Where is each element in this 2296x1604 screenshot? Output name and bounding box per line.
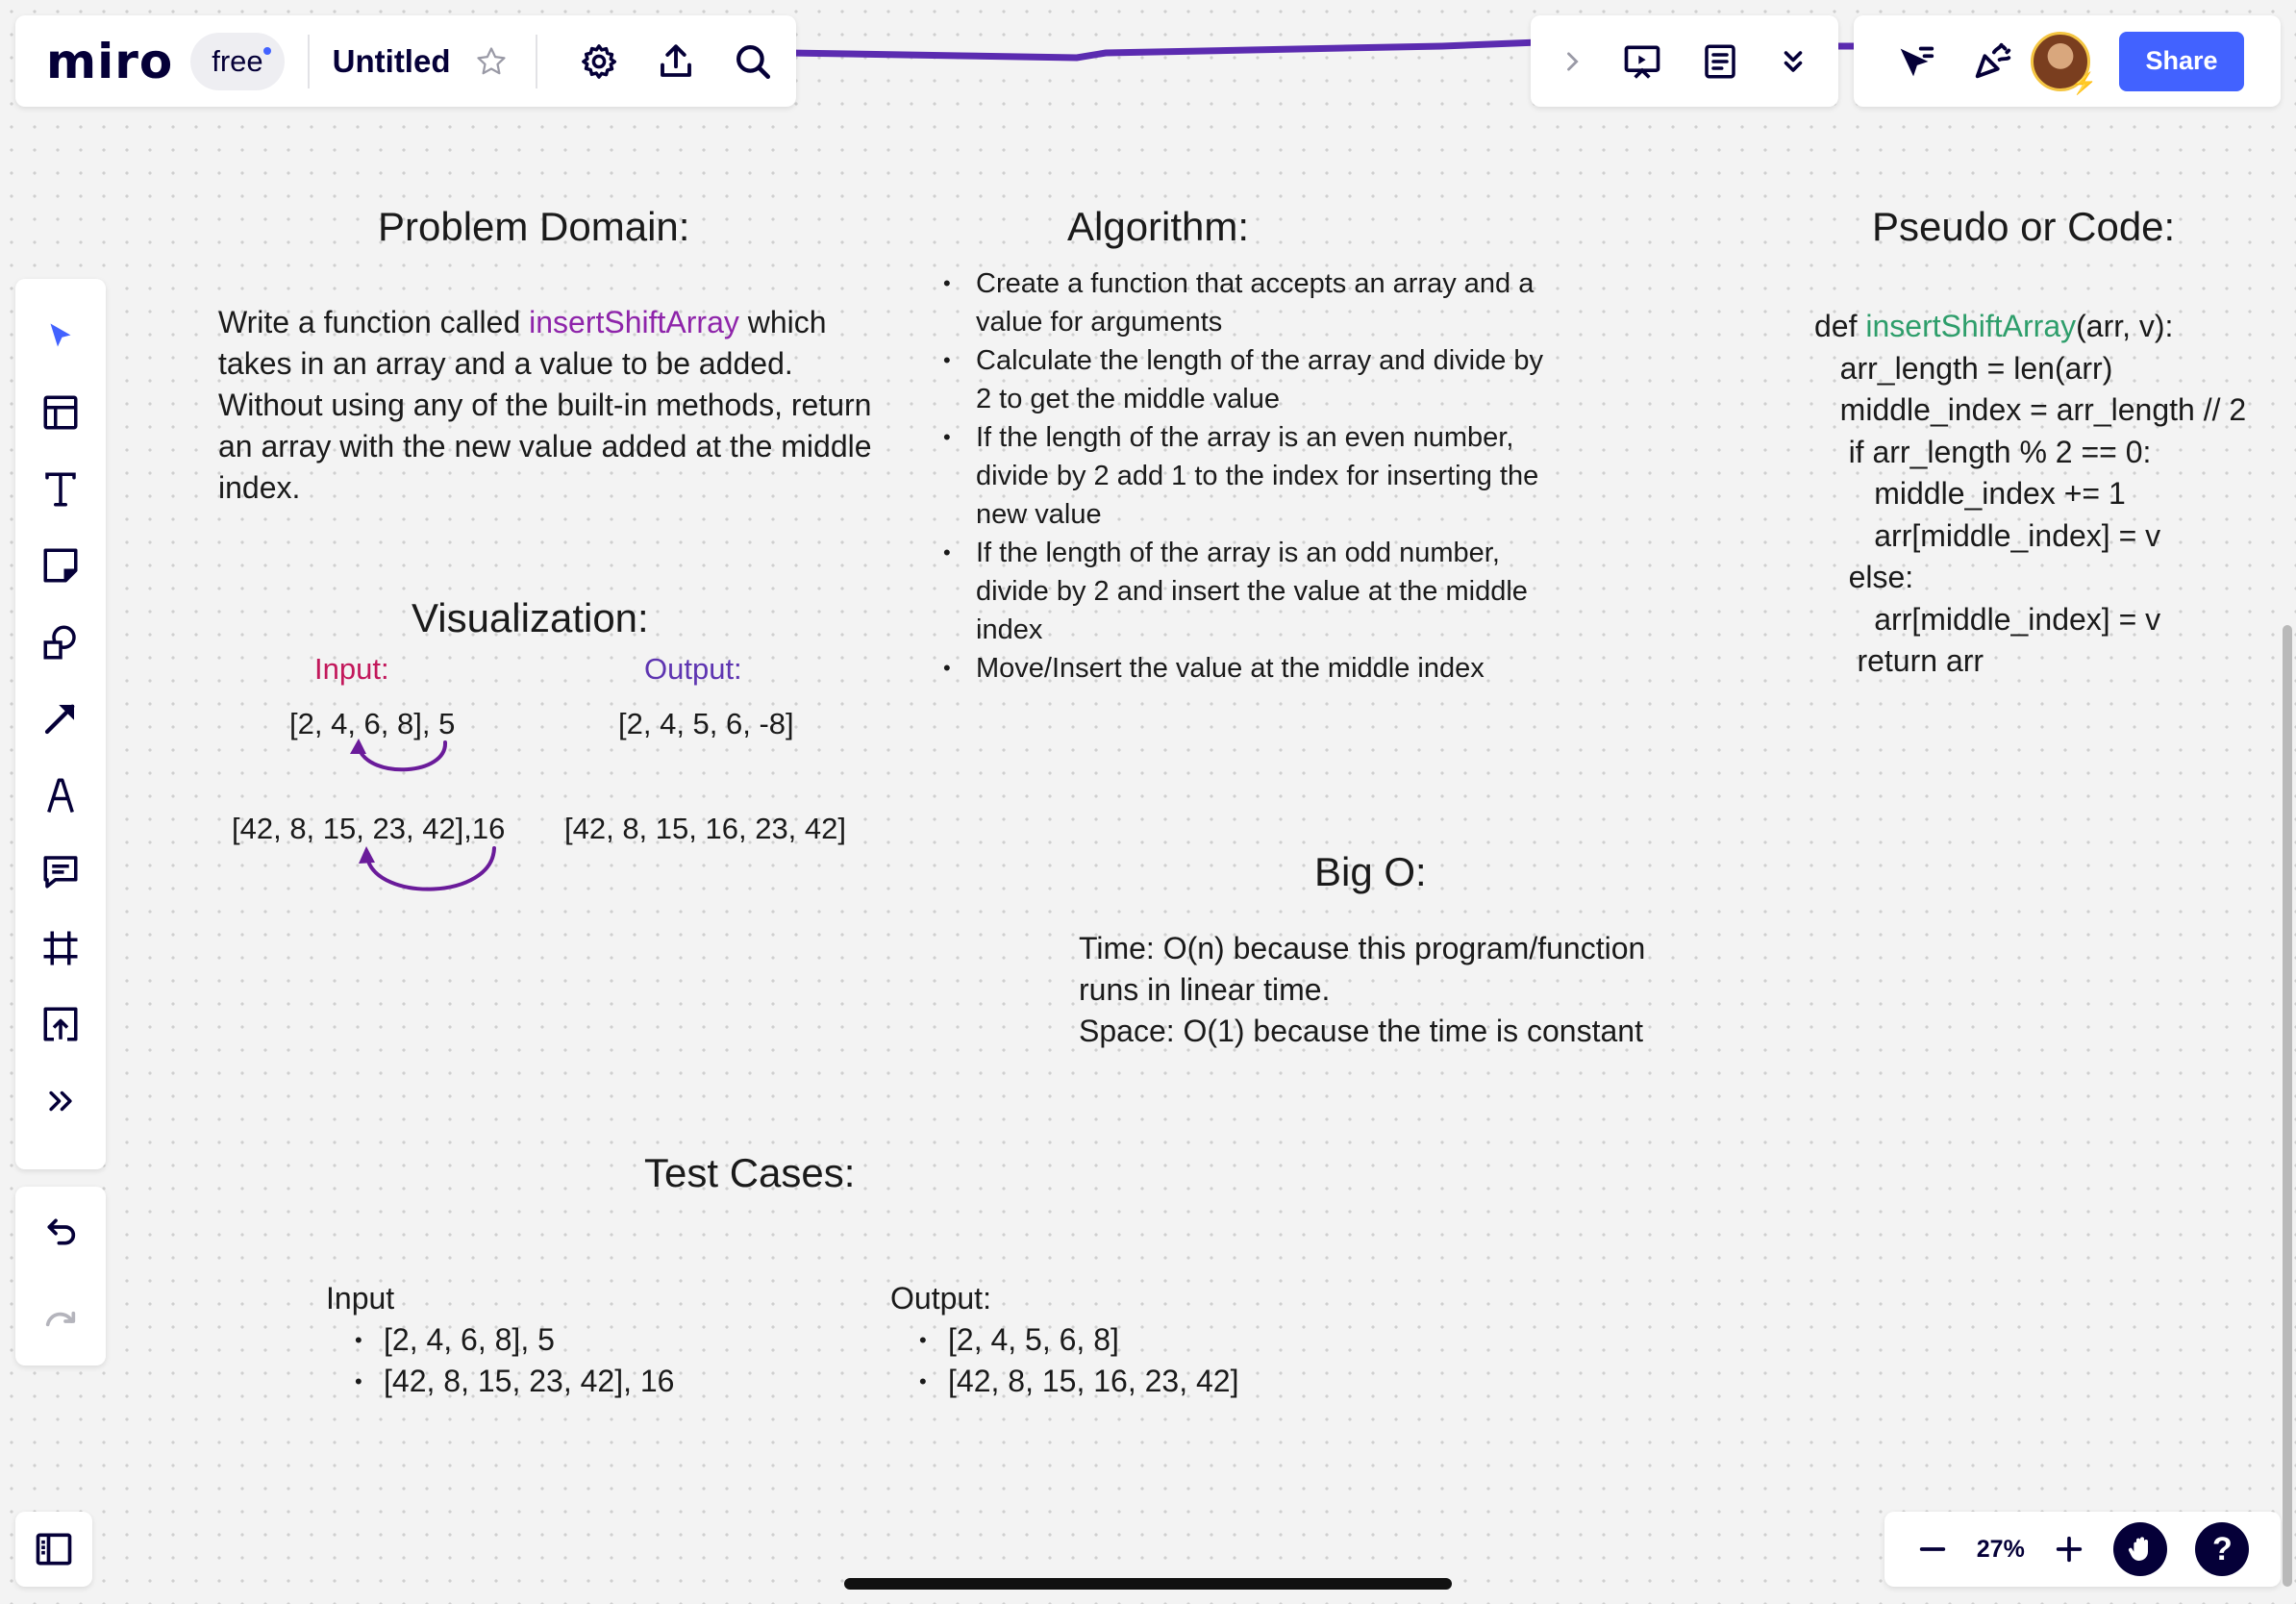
algorithm-step: If the length of the array is an odd num… xyxy=(943,534,1562,649)
vis-input-label[interactable]: Input: xyxy=(314,652,389,687)
top-toolbar-left: miro free Untitled xyxy=(15,15,796,107)
code-line: arr_length = len(arr) xyxy=(1814,350,2113,386)
sticky-note-icon[interactable] xyxy=(15,528,106,605)
share-button[interactable]: Share xyxy=(2119,31,2244,91)
algorithm-step: Move/Insert the value at the middle inde… xyxy=(943,649,1562,688)
code-line: if arr_length % 2 == 0: xyxy=(1814,434,2152,469)
arrow-line-icon[interactable] xyxy=(15,681,106,758)
zoom-level[interactable]: 27% xyxy=(1977,1536,2025,1564)
presentation-icon[interactable] xyxy=(1621,40,1663,83)
plan-dot xyxy=(262,46,271,55)
undo-redo-panel xyxy=(15,1187,106,1366)
home-indicator xyxy=(844,1578,1452,1590)
pen-icon[interactable] xyxy=(15,757,106,834)
notes-icon[interactable] xyxy=(1700,41,1740,82)
vis-input-2[interactable]: [42, 8, 15, 23, 42],16 xyxy=(232,812,505,846)
code-line: return arr xyxy=(1814,643,1984,678)
comment-icon[interactable] xyxy=(15,834,106,911)
test-input-block[interactable]: Input [2, 4, 6, 8], 5 [42, 8, 15, 23, 42… xyxy=(326,1278,787,1402)
code-line: middle_index += 1 xyxy=(1814,476,2126,511)
vis-output-2[interactable]: [42, 8, 15, 16, 23, 42] xyxy=(564,812,846,846)
big-o-line: Time: O(n) because this program/function xyxy=(1079,931,1646,965)
algorithm-list[interactable]: Create a function that accepts an array … xyxy=(943,264,1562,688)
code-line: arr[middle_index] = v xyxy=(1814,517,2161,553)
big-o-line: runs in linear time. xyxy=(1079,972,1331,1007)
big-o-heading[interactable]: Big O: xyxy=(1314,849,1427,895)
top-toolbar-presentation xyxy=(1531,15,1838,107)
divider xyxy=(535,34,537,88)
algorithm-step: Create a function that accepts an array … xyxy=(943,264,1562,341)
test-cases-heading[interactable]: Test Cases: xyxy=(644,1150,855,1196)
sidebar-toggle[interactable] xyxy=(15,1512,92,1587)
code-block[interactable]: def insertShiftArray(arr, v): arr_length… xyxy=(1814,306,2276,683)
code-def-line: def insertShiftArray(arr, v): xyxy=(1814,306,2276,348)
code-line: arr[middle_index] = v xyxy=(1814,601,2161,637)
code-def-prefix: def xyxy=(1814,309,1866,343)
scrollbar[interactable] xyxy=(2283,625,2292,1587)
bolt-icon: ⚡ xyxy=(2070,70,2097,95)
test-output-label: Output: xyxy=(890,1281,991,1316)
undo-icon[interactable] xyxy=(41,1213,80,1251)
divider xyxy=(307,34,310,88)
zoom-in-icon[interactable] xyxy=(2053,1533,2085,1566)
test-input-item: [42, 8, 15, 23, 42], 16 xyxy=(355,1361,787,1402)
chevrons-down-icon[interactable] xyxy=(1776,44,1810,79)
gear-icon[interactable] xyxy=(568,31,630,92)
vis-curved-arrow-2[interactable] xyxy=(348,842,502,912)
board-title[interactable]: Untitled xyxy=(333,43,451,80)
test-input-item: [2, 4, 6, 8], 5 xyxy=(355,1319,787,1361)
chevron-right-icon[interactable] xyxy=(1559,48,1585,75)
test-input-label: Input xyxy=(326,1281,395,1316)
shapes-icon[interactable] xyxy=(15,604,106,681)
vis-output-label[interactable]: Output: xyxy=(644,652,742,687)
visualization-heading[interactable]: Visualization: xyxy=(412,595,649,641)
upload-file-icon[interactable] xyxy=(15,987,106,1064)
select-icon[interactable] xyxy=(15,298,106,375)
algorithm-step: Calculate the length of the array and di… xyxy=(943,341,1562,418)
test-output-item: [42, 8, 15, 16, 23, 42] xyxy=(919,1361,1352,1402)
top-toolbar-collab: ⚡ Share xyxy=(1854,15,2281,107)
search-icon[interactable] xyxy=(722,31,784,92)
code-def-suffix: (arr, v): xyxy=(2076,309,2174,343)
vis-curved-arrow-1[interactable] xyxy=(341,737,457,804)
text-icon[interactable] xyxy=(15,451,106,528)
plan-label: free xyxy=(212,43,263,78)
user-avatar[interactable]: ⚡ xyxy=(2031,31,2097,95)
code-heading[interactable]: Pseudo or Code: xyxy=(1872,204,2175,250)
problem-text-before: Write a function called xyxy=(218,305,530,339)
big-o-line: Space: O(1) because the time is constant xyxy=(1079,1014,1643,1048)
big-o-text[interactable]: Time: O(n) because this program/function… xyxy=(1079,928,1694,1052)
frame-icon[interactable] xyxy=(15,910,106,987)
sidebar-icon xyxy=(33,1528,75,1570)
cursor-icon[interactable] xyxy=(1886,33,1944,90)
algorithm-step: If the length of the array is an even nu… xyxy=(943,418,1562,534)
plan-badge[interactable]: free xyxy=(190,32,285,90)
zoom-panel: 27% ? xyxy=(1884,1512,2281,1587)
code-line: else: xyxy=(1814,560,1914,594)
help-icon[interactable]: ? xyxy=(2195,1522,2250,1576)
star-icon[interactable] xyxy=(470,40,512,83)
vis-output-1[interactable]: [2, 4, 5, 6, -8] xyxy=(618,707,794,741)
templates-icon[interactable] xyxy=(15,375,106,452)
test-output-block[interactable]: Output: [2, 4, 5, 6, 8] [42, 8, 15, 16, … xyxy=(890,1278,1352,1402)
upload-icon[interactable] xyxy=(645,31,707,92)
celebrate-icon[interactable] xyxy=(1963,33,2021,90)
code-line: middle_index = arr_length // 2 xyxy=(1814,392,2247,427)
algorithm-heading[interactable]: Algorithm: xyxy=(1067,204,1249,250)
problem-domain-heading[interactable]: Problem Domain: xyxy=(378,204,689,250)
code-fn-name: insertShiftArray xyxy=(1865,309,2077,343)
miro-logo[interactable]: miro xyxy=(46,34,173,89)
problem-fn-name: insertShiftArray xyxy=(529,305,739,339)
more-tools-icon[interactable] xyxy=(15,1063,106,1140)
left-toolbar xyxy=(15,279,106,1169)
test-output-item: [2, 4, 5, 6, 8] xyxy=(919,1319,1352,1361)
redo-icon[interactable] xyxy=(41,1302,80,1341)
zoom-out-icon[interactable] xyxy=(1916,1533,1949,1566)
hand-icon[interactable] xyxy=(2113,1522,2168,1576)
problem-domain-text[interactable]: Write a function called insertShiftArray… xyxy=(218,302,891,509)
